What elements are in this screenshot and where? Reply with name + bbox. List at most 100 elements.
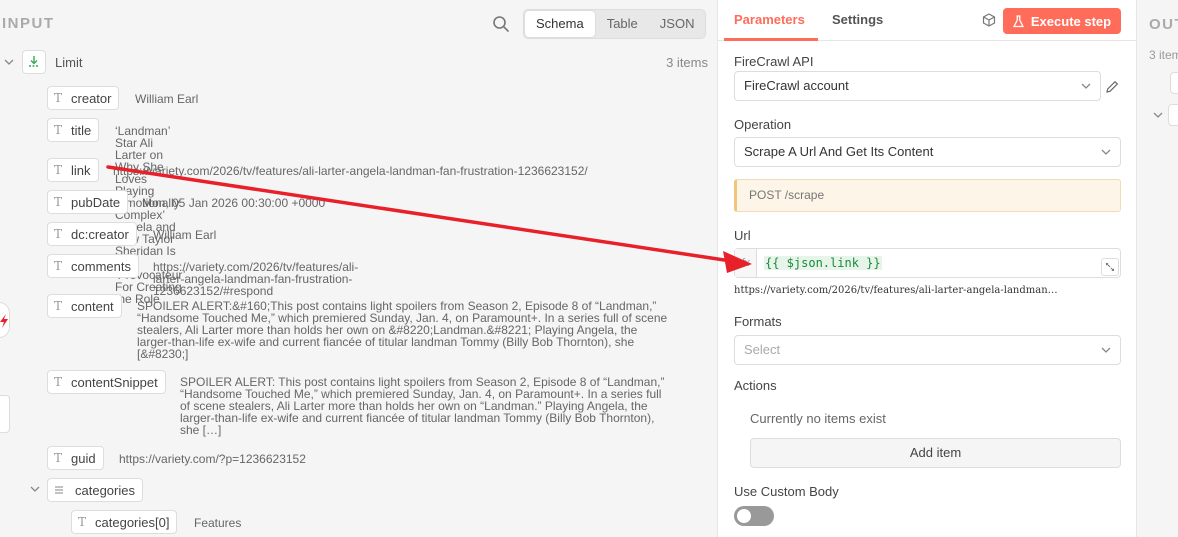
view-json-button[interactable]: JSON xyxy=(649,10,706,38)
list-icon xyxy=(55,486,63,494)
text-type-icon: T xyxy=(54,91,63,105)
credential-label: FireCrawl API xyxy=(734,54,814,69)
text-type-icon: T xyxy=(54,123,63,137)
lightning-icon xyxy=(0,314,8,328)
field-value: Mon, 05 Jan 2026 00:30:00 +0000 xyxy=(142,196,326,210)
formats-label: Formats xyxy=(734,314,782,329)
field-value: SPOILER ALERT:&#160;This post contains l… xyxy=(137,300,667,360)
view-schema-button[interactable]: Schema xyxy=(525,11,595,37)
field-chip[interactable]: Tcreator xyxy=(47,86,120,110)
field-value-line: she […] xyxy=(180,423,222,437)
chevron-down-icon xyxy=(1081,83,1091,89)
node-row[interactable]: Limit 3 items xyxy=(0,50,717,74)
field-name: guid xyxy=(71,450,96,466)
field-value-line: https://variety.com/2026/tv/features/ali… xyxy=(153,260,359,286)
field-chip[interactable]: Tlink xyxy=(47,158,99,182)
field-chip[interactable]: TcontentSnippet xyxy=(47,370,166,394)
custom-body-label: Use Custom Body xyxy=(734,484,839,499)
field-chip[interactable]: Tguid xyxy=(47,446,104,470)
credential-select[interactable]: FireCrawl account xyxy=(734,71,1101,101)
field-name: content xyxy=(71,298,114,314)
field-name: categories[0] xyxy=(95,514,170,530)
view-table-button[interactable]: Table xyxy=(596,10,649,38)
field-value: https://variety.com/2026/tv/features/ali… xyxy=(113,164,588,178)
tab-parameters[interactable]: Parameters xyxy=(734,12,805,27)
field-name: categories xyxy=(75,482,135,498)
pencil-icon[interactable] xyxy=(1105,80,1119,94)
input-title: INPUT xyxy=(2,15,55,32)
url-expression: {{ $json.link }} xyxy=(764,256,882,270)
field-name: pubDate xyxy=(71,194,121,210)
output-node-fragment[interactable] xyxy=(1168,104,1178,126)
text-type-icon: T xyxy=(54,375,63,389)
search-icon[interactable] xyxy=(492,15,510,33)
active-tab-underline xyxy=(724,38,818,41)
formats-placeholder: Select xyxy=(744,342,781,357)
field-name: title xyxy=(71,122,92,138)
operation-select[interactable]: Scrape A Url And Get Its Content xyxy=(734,137,1121,167)
field-value-line: larger-than-life ex-wife and current fia… xyxy=(137,335,635,349)
expand-editor-icon[interactable] xyxy=(1101,258,1119,276)
field-chip[interactable]: Tcomments xyxy=(47,254,139,278)
field-value-line: larger-than-life ex-wife and current fia… xyxy=(180,411,655,425)
url-resolved-preview: https://variety.com/2026/tv/features/ali… xyxy=(734,285,1058,296)
field-chip[interactable]: Tcontent xyxy=(47,294,122,318)
url-expression-input[interactable]: fx {{ $json.link }} xyxy=(734,248,1121,278)
text-type-icon: T xyxy=(78,515,87,529)
text-type-icon: T xyxy=(54,299,63,313)
text-type-icon: T xyxy=(54,259,63,273)
endpoint-notice: POST /scrape xyxy=(734,179,1121,212)
input-panel: INPUT Schema Table JSON Limit 3 items Tc… xyxy=(0,0,717,537)
chevron-down-icon xyxy=(1101,149,1111,155)
field-name: link xyxy=(71,162,91,178)
operation-value: Scrape A Url And Get Its Content xyxy=(744,144,934,159)
chevron-down-icon xyxy=(1101,347,1111,353)
field-value: Features xyxy=(194,516,242,530)
operation-label: Operation xyxy=(734,117,792,132)
field-name: creator xyxy=(71,90,112,106)
output-panel: OUTPUT 3 items xyxy=(1137,0,1178,537)
field-chip[interactable]: Tdc:creator xyxy=(47,222,137,246)
text-type-icon: T xyxy=(54,195,63,209)
parameters-tabs: Parameters Settings Execute step xyxy=(718,0,1136,41)
text-type-icon: T xyxy=(54,163,63,177)
field-value: William Earl xyxy=(135,92,199,106)
execute-step-label: Execute step xyxy=(1030,13,1112,29)
toggle-knob xyxy=(737,509,751,523)
url-label: Url xyxy=(734,228,751,243)
field-value: William Earl xyxy=(153,228,217,242)
formats-select[interactable]: Select xyxy=(734,335,1121,365)
fx-badge: fx xyxy=(735,249,757,277)
output-field-fragment[interactable] xyxy=(1170,72,1178,94)
canvas-panel-fragment[interactable] xyxy=(0,395,10,433)
text-type-icon: T xyxy=(54,451,63,465)
limit-node-icon xyxy=(22,50,46,74)
field-chip[interactable]: categories xyxy=(47,478,143,502)
field-name: comments xyxy=(71,258,131,274)
field-chip[interactable]: Tcategories[0] xyxy=(71,510,178,534)
view-toggle: Schema Table JSON xyxy=(523,9,707,39)
tab-settings[interactable]: Settings xyxy=(832,12,883,27)
cube-icon[interactable] xyxy=(982,13,996,27)
field-chip[interactable]: Ttitle xyxy=(47,118,100,142)
chevron-down-icon[interactable] xyxy=(1153,110,1163,120)
actions-label: Actions xyxy=(734,378,777,393)
custom-body-toggle[interactable] xyxy=(734,506,774,526)
chevron-down-icon[interactable] xyxy=(30,484,40,494)
flask-icon xyxy=(1012,14,1024,27)
field-name: contentSnippet xyxy=(71,374,158,390)
add-item-button[interactable]: Add item xyxy=(750,438,1121,468)
output-item-count: 3 items xyxy=(1149,48,1178,62)
field-name: dc:creator xyxy=(71,226,129,242)
parameters-panel: Parameters Settings Execute step FireCra… xyxy=(717,0,1137,537)
execute-step-button[interactable]: Execute step xyxy=(1003,8,1121,34)
field-value-line: 1236623152/#respond xyxy=(153,284,274,298)
chevron-down-icon[interactable] xyxy=(4,57,14,67)
field-value: SPOILER ALERT: This post contains light … xyxy=(180,376,664,436)
field-chip[interactable]: TpubDate xyxy=(47,190,129,214)
actions-empty-text: Currently no items exist xyxy=(750,411,886,426)
text-type-icon: T xyxy=(54,227,63,241)
field-value-line: [&#8230;] xyxy=(137,347,189,361)
canvas-node-fragment[interactable] xyxy=(0,302,10,338)
node-item-count: 3 items xyxy=(666,55,708,70)
